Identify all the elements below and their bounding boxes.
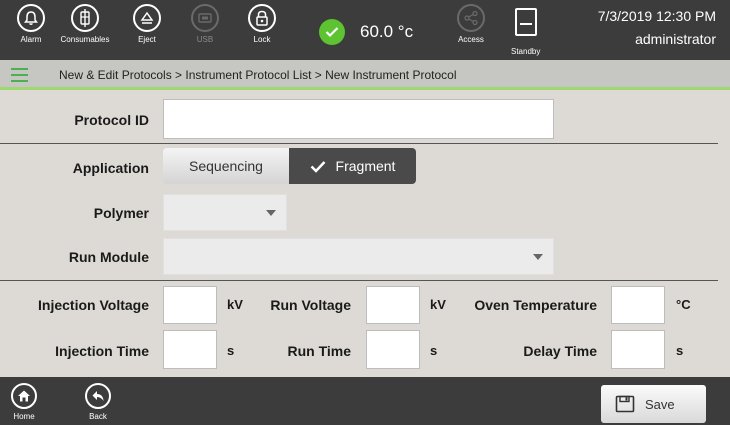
injection-voltage-input[interactable] — [163, 286, 217, 324]
instrument-protocol-form: Protocol ID Application Sequencing Fragm… — [0, 93, 730, 375]
breadcrumb-bar: New & Edit Protocols > Instrument Protoc… — [0, 60, 730, 90]
application-segmented-control: Sequencing Fragment — [163, 148, 416, 184]
polymer-dropdown[interactable] — [163, 194, 287, 231]
injection-time-label: Injection Time — [55, 343, 149, 359]
injection-voltage-label: Injection Voltage — [38, 297, 149, 313]
temperature-ok-check-icon — [319, 19, 345, 45]
run-voltage-label: Run Voltage — [270, 297, 351, 313]
run-time-label: Run Time — [287, 343, 351, 359]
delay-time-input[interactable] — [611, 330, 665, 369]
access-button[interactable]: Access — [446, 4, 496, 44]
protocol-id-label: Protocol ID — [74, 112, 149, 128]
logged-in-user: administrator — [635, 31, 716, 47]
lock-icon — [248, 4, 276, 32]
home-button[interactable]: Home — [6, 383, 42, 421]
checkmark-icon — [310, 160, 325, 173]
consumables-label: Consumables — [60, 35, 110, 44]
injection-voltage-unit: kV — [227, 297, 243, 312]
polymer-label: Polymer — [93, 205, 149, 221]
share-access-icon — [457, 4, 485, 32]
application-option-fragment[interactable]: Fragment — [289, 148, 416, 184]
consumables-button[interactable]: Consumables — [60, 4, 110, 44]
access-label: Access — [458, 35, 484, 44]
home-icon — [11, 383, 37, 409]
alarm-button[interactable]: Alarm — [6, 4, 56, 44]
floppy-disk-icon — [615, 395, 635, 413]
oven-temperature-input[interactable] — [611, 286, 665, 324]
application-option-fragment-label: Fragment — [335, 158, 396, 174]
run-module-dropdown[interactable] — [163, 238, 554, 275]
usb-button[interactable]: USB — [180, 4, 230, 44]
eject-icon — [133, 4, 161, 32]
back-label: Back — [89, 412, 107, 421]
usb-label: USB — [196, 35, 214, 44]
protocol-id-input[interactable] — [163, 99, 554, 139]
alarm-bell-icon — [17, 4, 45, 32]
breadcrumb[interactable]: New & Edit Protocols > Instrument Protoc… — [59, 68, 457, 82]
lock-label: Lock — [253, 35, 271, 44]
standby-icon[interactable] — [515, 8, 537, 36]
eject-button[interactable]: Eject — [122, 4, 172, 44]
temperature-readout: 60.0 °c — [360, 22, 414, 41]
lock-button[interactable]: Lock — [237, 4, 287, 44]
delay-time-label: Delay Time — [523, 343, 597, 359]
divider — [0, 280, 718, 281]
usb-icon — [191, 4, 219, 32]
oven-temperature-unit: °C — [676, 297, 691, 312]
consumables-icon — [71, 4, 99, 32]
application-option-sequencing[interactable]: Sequencing — [163, 148, 289, 184]
standby-label: Standby — [511, 47, 541, 56]
delay-time-unit: s — [676, 343, 684, 358]
top-status-bar: Alarm Consumables Eject USB Lock 60.0 °c… — [0, 0, 730, 60]
chevron-down-icon — [266, 209, 276, 216]
injection-time-unit: s — [227, 343, 235, 358]
menu-list-icon[interactable] — [11, 68, 28, 82]
eject-label: Eject — [138, 35, 156, 44]
alarm-label: Alarm — [20, 35, 42, 44]
application-label: Application — [72, 160, 149, 176]
divider — [0, 143, 718, 144]
run-time-unit: s — [430, 343, 438, 358]
save-button[interactable]: Save — [601, 385, 706, 423]
oven-temperature-label: Oven Temperature — [474, 297, 597, 313]
run-module-label: Run Module — [68, 249, 149, 265]
injection-time-input[interactable] — [163, 330, 217, 369]
save-label: Save — [645, 396, 675, 412]
home-label: Home — [13, 412, 35, 421]
run-voltage-unit: kV — [430, 297, 446, 312]
date-time: 7/3/2019 12:30 PM — [597, 8, 716, 24]
run-time-input[interactable] — [366, 330, 420, 369]
back-button[interactable]: Back — [80, 383, 116, 421]
run-voltage-input[interactable] — [366, 286, 420, 324]
chevron-down-icon — [533, 253, 543, 260]
back-arrow-icon — [85, 383, 111, 409]
bottom-nav-bar: Home Back Save — [0, 377, 730, 425]
